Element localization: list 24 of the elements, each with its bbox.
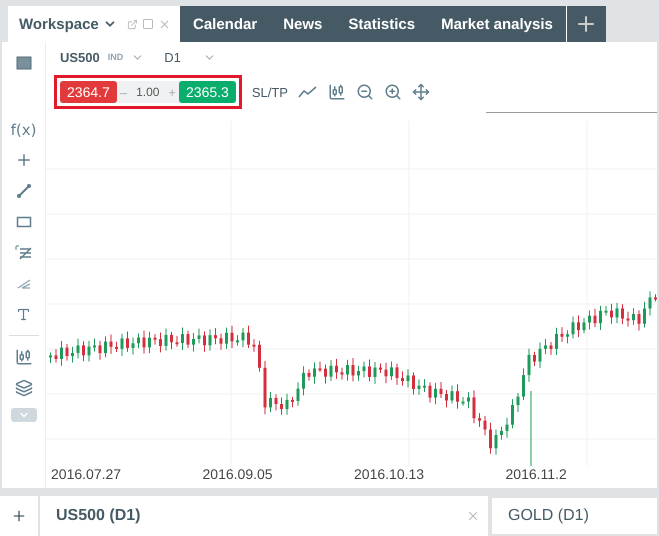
axis-date-label: 2016.10.13 [354,466,426,484]
axis-date-label: 2016.11.2 [506,466,568,484]
candlestick-icon[interactable] [328,83,346,101]
chart-tab[interactable]: US500 (D1) [40,496,488,536]
timeframe-label[interactable]: D1 [164,50,181,64]
nav-tab[interactable]: Market analysis [428,6,566,42]
zoom-in-icon[interactable] [384,83,402,101]
sltp-button[interactable]: SL/TP [252,84,288,100]
function-tool[interactable]: f(x) [10,121,36,139]
workspace-tab[interactable]: Workspace [8,6,180,42]
axis-date-label: 2016.07.27 [51,466,122,484]
plus-icon[interactable] [11,508,27,524]
zoom-out-icon[interactable] [356,83,374,101]
sell-button[interactable]: 2364.7 [60,81,117,103]
nav-tab[interactable]: Calendar [180,6,270,42]
volume-field[interactable]: 1.00 [130,85,166,99]
workspace-label[interactable]: Workspace [19,16,99,32]
nav-tab[interactable]: News [270,6,336,42]
move-icon[interactable] [412,83,430,101]
nav-tab[interactable]: Statistics [335,6,428,42]
line-chart-icon[interactable] [298,85,318,99]
symbol-name[interactable]: US500 [60,50,100,64]
chart-tab[interactable]: GOLD (D1) [490,496,659,536]
axis-date-label: 2016.09.05 [202,466,274,484]
